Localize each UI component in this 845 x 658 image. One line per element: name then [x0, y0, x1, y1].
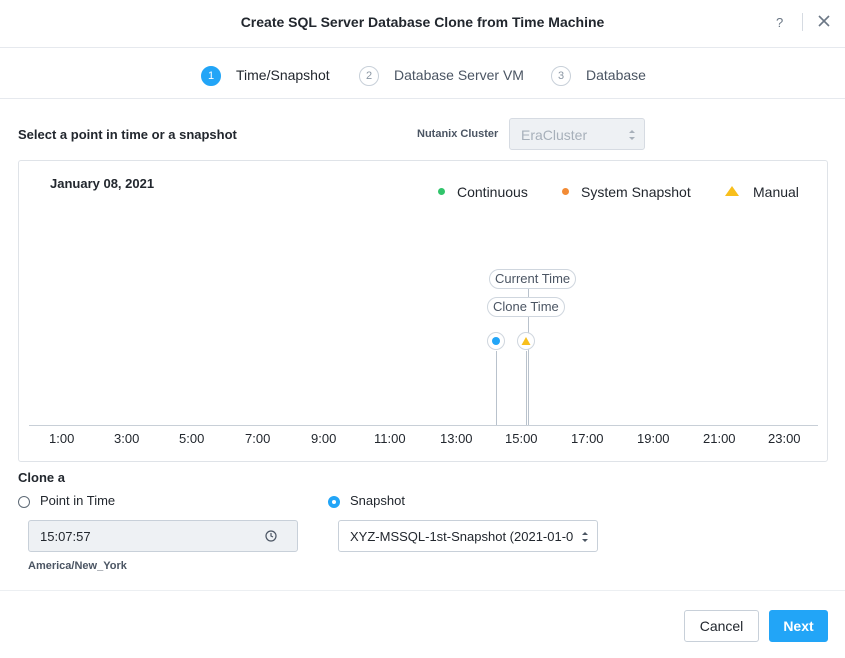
snapshot-radio[interactable] — [328, 496, 340, 508]
updown-icon — [582, 532, 588, 542]
header-divider — [802, 13, 803, 31]
step-database[interactable]: Database — [586, 67, 646, 83]
tick-label: 21:00 — [703, 431, 736, 446]
legend-continuous: Continuous — [457, 184, 528, 200]
legend-manual: Manual — [753, 184, 799, 200]
manual-snapshot-marker[interactable] — [517, 332, 535, 350]
tick-label: 1:00 — [49, 431, 75, 446]
point-in-time-label[interactable]: Point in Time — [40, 493, 115, 508]
cluster-select-value: EraCluster — [521, 127, 588, 143]
tick-label: 13:00 — [440, 431, 473, 446]
clock-icon[interactable] — [265, 530, 277, 542]
close-icon[interactable] — [816, 13, 832, 29]
tick-label: 23:00 — [768, 431, 801, 446]
timeline-axis — [29, 425, 818, 426]
continuous-marker-line — [496, 351, 497, 425]
dialog-title: Create SQL Server Database Clone from Ti… — [240, 14, 605, 30]
snapshot-select-value: XYZ-MSSQL-1st-Snapshot (2021-01-0 — [350, 529, 574, 544]
cluster-select: EraCluster — [509, 118, 645, 150]
timezone-label: America/New_York — [28, 560, 127, 572]
dialog-header: Create SQL Server Database Clone from Ti… — [0, 0, 845, 48]
time-input-value: 15:07:57 — [40, 529, 91, 544]
step-1-number[interactable]: 1 — [201, 66, 221, 86]
snapshot-select[interactable]: XYZ-MSSQL-1st-Snapshot (2021-01-0 — [338, 520, 598, 552]
select-point-heading: Select a point in time or a snapshot — [18, 127, 237, 142]
timeline-date: January 08, 2021 — [50, 176, 155, 191]
tick-label: 15:00 — [505, 431, 538, 446]
tick-label: 7:00 — [245, 431, 271, 446]
tick-label: 11:00 — [374, 431, 406, 446]
tick-label: 19:00 — [637, 431, 670, 446]
tick-label: 3:00 — [114, 431, 140, 446]
manual-snapshot-icon — [521, 337, 531, 345]
step-2-number[interactable]: 2 — [359, 66, 379, 86]
step-database-server-vm[interactable]: Database Server VM — [394, 67, 524, 83]
cancel-button[interactable]: Cancel — [684, 610, 759, 642]
timeline-panel: January 08, 2021 Continuous System Snaps… — [18, 160, 828, 462]
manual-legend-icon — [725, 186, 739, 196]
step-time-snapshot[interactable]: Time/Snapshot — [236, 67, 330, 83]
wizard-steps: 1 Time/Snapshot 2 Database Server VM 3 D… — [0, 48, 845, 99]
step-3-number[interactable]: 3 — [551, 66, 571, 86]
continuous-marker-dot — [492, 337, 500, 345]
clone-a-heading: Clone a — [18, 470, 65, 485]
snapshot-label[interactable]: Snapshot — [350, 493, 405, 508]
footer-divider — [0, 590, 845, 591]
updown-icon — [629, 130, 635, 140]
continuous-marker[interactable] — [487, 332, 505, 350]
help-icon[interactable]: ? — [776, 15, 783, 30]
cluster-label: Nutanix Cluster — [417, 128, 499, 140]
point-in-time-radio[interactable] — [18, 496, 30, 508]
clone-time-line — [526, 351, 527, 425]
current-time-label: Current Time — [489, 269, 577, 289]
continuous-legend-icon — [438, 188, 445, 195]
tick-label: 9:00 — [311, 431, 337, 446]
clone-time-label: Clone Time — [487, 297, 565, 317]
next-button[interactable]: Next — [769, 610, 828, 642]
time-input[interactable]: 15:07:57 — [28, 520, 298, 552]
tick-label: 17:00 — [571, 431, 604, 446]
system-snapshot-legend-icon — [562, 188, 569, 195]
tick-label: 5:00 — [179, 431, 205, 446]
legend-system-snapshot: System Snapshot — [581, 184, 691, 200]
